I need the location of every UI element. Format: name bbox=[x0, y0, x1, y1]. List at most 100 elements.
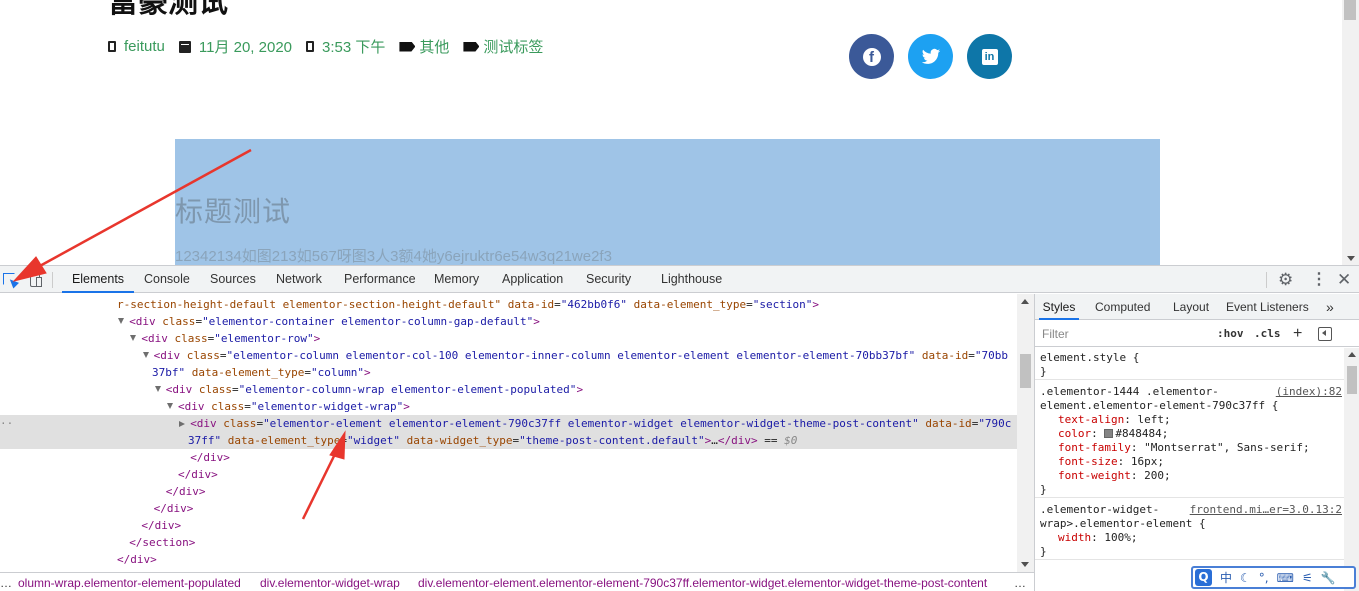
dom-node-line[interactable]: </div> bbox=[0, 449, 1017, 466]
breadcrumb-overflow[interactable]: … bbox=[1014, 575, 1026, 591]
css-property-name[interactable]: font-family bbox=[1058, 441, 1131, 454]
tab-styles[interactable]: Styles bbox=[1039, 294, 1079, 320]
css-property-name[interactable]: width bbox=[1058, 531, 1091, 544]
more-tabs-chevron-icon[interactable]: » bbox=[1326, 294, 1334, 320]
dom-node-line[interactable]: <div class="elementor-widget-wrap"> bbox=[0, 398, 1017, 415]
ime-toolbar[interactable]: Q 中 ☾ °, ⌨ ⚟ 🔧 bbox=[1191, 566, 1356, 589]
breadcrumb-item[interactable]: div.elementor-widget-wrap bbox=[260, 575, 400, 591]
share-facebook-button[interactable]: f bbox=[849, 34, 894, 79]
scroll-up-arrow-icon[interactable] bbox=[1348, 352, 1356, 357]
tab-console[interactable]: Console bbox=[144, 266, 190, 293]
css-property-value[interactable]: "Montserrat", Sans-serif; bbox=[1144, 441, 1310, 454]
css-property-value[interactable]: left; bbox=[1137, 413, 1170, 426]
breadcrumb-item[interactable]: olumn-wrap.elementor-element-populated bbox=[18, 575, 241, 591]
css-declaration[interactable]: font-weight: 200; bbox=[1058, 469, 1171, 483]
css-property-name[interactable]: font-size bbox=[1058, 455, 1118, 468]
meta-date[interactable]: 11月 20, 2020 bbox=[178, 36, 292, 57]
dom-node-line[interactable]: </section> bbox=[0, 534, 1017, 551]
tab-event-listeners[interactable]: Event Listeners bbox=[1226, 294, 1309, 320]
dom-node-line[interactable]: </div> bbox=[0, 551, 1017, 568]
dom-node-selected[interactable]: 37ff" data-element_type="widget" data-wi… bbox=[0, 432, 1017, 449]
inspect-element-icon[interactable] bbox=[2, 271, 20, 289]
tab-lighthouse[interactable]: Lighthouse bbox=[661, 266, 722, 293]
dom-node-line[interactable]: 37bf" data-element_type="column"> bbox=[0, 364, 1017, 381]
elements-scrollbar[interactable] bbox=[1017, 294, 1034, 572]
ime-item[interactable]: ⌨ bbox=[1277, 571, 1294, 585]
more-options-icon[interactable]: ⋮ bbox=[1311, 270, 1327, 290]
dom-node-line[interactable]: </div> bbox=[0, 483, 1017, 500]
styles-filter-input[interactable] bbox=[1039, 325, 1207, 343]
page-scrollbar[interactable] bbox=[1342, 0, 1359, 265]
scroll-down-arrow-icon[interactable] bbox=[1021, 562, 1029, 567]
styles-scrollbar-thumb[interactable] bbox=[1347, 366, 1357, 394]
share-linkedin-button[interactable]: in bbox=[967, 34, 1012, 79]
styles-scrollbar[interactable] bbox=[1344, 348, 1359, 591]
ime-logo-icon[interactable]: Q bbox=[1195, 569, 1212, 586]
css-selector[interactable]: wrap>.elementor-element { bbox=[1040, 517, 1206, 531]
device-toolbar-icon[interactable] bbox=[27, 271, 45, 289]
dom-node-line[interactable]: r-section-height-default elementor-secti… bbox=[0, 296, 1017, 313]
tag-link[interactable]: 测试标签 bbox=[483, 36, 543, 57]
category-link[interactable]: 其他 bbox=[419, 36, 449, 57]
tab-layout[interactable]: Layout bbox=[1173, 294, 1209, 320]
tab-memory[interactable]: Memory bbox=[434, 266, 479, 293]
css-selector[interactable]: .elementor-widget- bbox=[1040, 503, 1159, 517]
scroll-up-arrow-icon[interactable] bbox=[1021, 299, 1029, 304]
dom-node-line[interactable]: </div> bbox=[0, 517, 1017, 534]
elements-dom-tree[interactable]: r-section-height-default elementor-secti… bbox=[0, 294, 1034, 572]
tab-performance[interactable]: Performance bbox=[344, 266, 416, 293]
scroll-down-arrow-icon[interactable] bbox=[1347, 256, 1355, 261]
css-property-name[interactable]: font-weight bbox=[1058, 469, 1131, 482]
page-scrollbar-thumb[interactable] bbox=[1344, 0, 1356, 20]
tab-network[interactable]: Network bbox=[276, 266, 322, 293]
dom-node-line[interactable]: <div class="elementor-column-wrap elemen… bbox=[0, 381, 1017, 398]
dom-node-line[interactable]: </div> bbox=[0, 466, 1017, 483]
css-property-value[interactable]: #848484; bbox=[1115, 427, 1168, 440]
tab-sources[interactable]: Sources bbox=[210, 266, 256, 293]
tab-application[interactable]: Application bbox=[502, 266, 563, 293]
ime-item[interactable]: 🔧 bbox=[1321, 571, 1336, 585]
css-selector[interactable]: element.elementor-element-790c37ff { bbox=[1040, 399, 1278, 413]
collapse-triangle-icon[interactable] bbox=[130, 335, 137, 341]
tab-security[interactable]: Security bbox=[586, 266, 631, 293]
collapse-triangle-icon[interactable] bbox=[154, 386, 161, 392]
collapse-triangle-icon[interactable] bbox=[167, 403, 173, 409]
close-devtools-icon[interactable]: ✕ bbox=[1337, 270, 1351, 290]
color-swatch-icon[interactable] bbox=[1104, 429, 1114, 438]
css-declaration[interactable]: color: #848484; bbox=[1058, 427, 1168, 441]
dom-node-line[interactable]: <div class="elementor-row"> bbox=[0, 330, 1017, 347]
settings-gear-icon[interactable]: ⚙ bbox=[1278, 270, 1293, 290]
collapse-triangle-icon[interactable] bbox=[142, 352, 149, 358]
date-link[interactable]: 11月 20, 2020 bbox=[199, 36, 292, 57]
tab-computed[interactable]: Computed bbox=[1095, 294, 1150, 320]
meta-tag[interactable]: 测试标签 bbox=[463, 36, 543, 57]
css-declaration[interactable]: font-size: 16px; bbox=[1058, 455, 1164, 469]
toggle-sidebar-icon[interactable] bbox=[1318, 327, 1332, 341]
breadcrumb-overflow[interactable]: … bbox=[0, 575, 12, 591]
dom-node-selected[interactable]: <div class="elementor-element elementor-… bbox=[0, 415, 1017, 432]
meta-category[interactable]: 其他 bbox=[399, 36, 449, 57]
new-style-rule-button[interactable]: + bbox=[1293, 325, 1302, 343]
css-declaration[interactable]: text-align: left; bbox=[1058, 413, 1171, 427]
meta-author[interactable]: feitutu bbox=[108, 38, 165, 55]
cls-toggle-button[interactable]: .cls bbox=[1254, 325, 1281, 343]
share-twitter-button[interactable] bbox=[908, 34, 953, 79]
css-source-link[interactable]: frontend.mi…er=3.0.13:2 bbox=[1190, 503, 1342, 517]
ime-item[interactable]: ☾ bbox=[1240, 571, 1251, 585]
tab-elements[interactable]: Elements bbox=[62, 266, 134, 293]
css-property-name[interactable]: color bbox=[1058, 427, 1091, 440]
dom-node-line[interactable]: <div class="elementor-container elemento… bbox=[0, 313, 1017, 330]
ime-item[interactable]: ⚟ bbox=[1302, 571, 1313, 585]
css-selector[interactable]: element.style { bbox=[1040, 351, 1139, 365]
css-source-link[interactable]: (index):82 bbox=[1276, 385, 1342, 399]
css-property-name[interactable]: text-align bbox=[1058, 413, 1124, 426]
css-selector[interactable]: .elementor-1444 .elementor- bbox=[1040, 385, 1219, 399]
expand-triangle-icon[interactable] bbox=[179, 421, 186, 427]
breadcrumb-item-selected[interactable]: div.elementor-element.elementor-element-… bbox=[418, 575, 987, 591]
dom-node-line[interactable]: </div> bbox=[0, 500, 1017, 517]
dom-node-line[interactable]: <div class = "elementor-column elementor-c… bbox=[0, 347, 1017, 364]
ime-item[interactable]: 中 bbox=[1220, 569, 1232, 586]
css-declaration[interactable]: font-family: "Montserrat", Sans-serif; bbox=[1058, 441, 1310, 455]
css-property-value[interactable]: 100%; bbox=[1104, 531, 1137, 544]
author-link[interactable]: feitutu bbox=[124, 38, 165, 55]
